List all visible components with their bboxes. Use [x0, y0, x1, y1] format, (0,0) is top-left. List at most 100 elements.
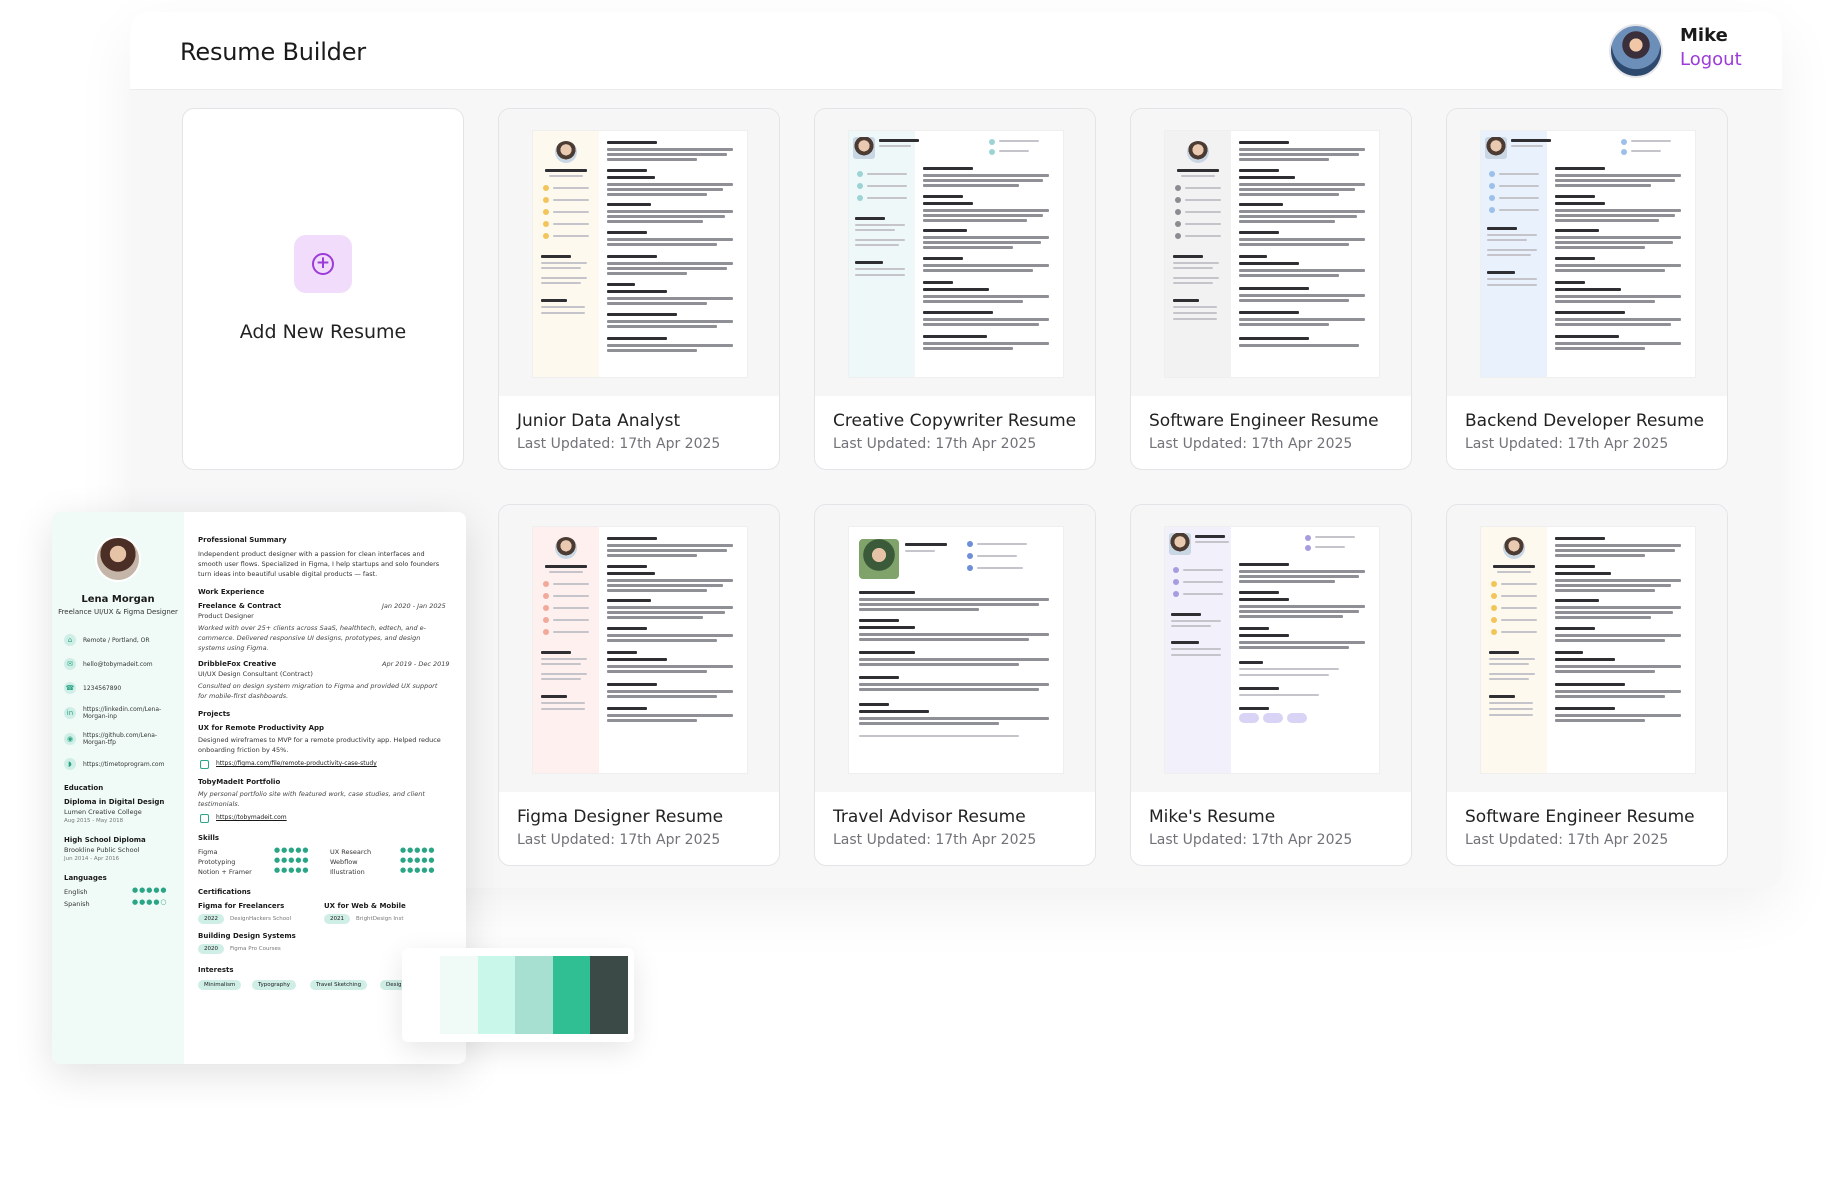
- contact-website: ◗ https://timetoprogram.com: [64, 758, 176, 770]
- cert-name: Building Design Systems: [198, 932, 296, 940]
- job-date: Apr 2019 - Dec 2019: [382, 660, 450, 668]
- project-desc: Designed wireframes to MVP for a remote …: [198, 736, 441, 744]
- color-palette: [402, 948, 634, 1042]
- resume-thumbnail: [815, 505, 1095, 792]
- resume-updated: Last Updated: 17th Apr 2025: [833, 832, 1037, 848]
- resume-page-preview: [533, 527, 747, 773]
- project-title: TobyMadeIt Portfolio: [198, 778, 281, 786]
- rss-icon: ◗: [64, 758, 76, 770]
- user-name: Mike: [1680, 25, 1728, 46]
- palette-swatch[interactable]: [590, 956, 628, 1034]
- certifications-heading: Certifications: [198, 888, 251, 896]
- contact-github: ◉ https://github.com/Lena-Morgan-tfp: [64, 732, 176, 746]
- resume-thumbnail: [499, 109, 779, 396]
- skill-name: UX Research: [330, 848, 372, 856]
- job-desc: for mobile-first dashboards.: [198, 692, 289, 700]
- edu-date: Jun 2014 - Apr 2016: [64, 856, 120, 862]
- skill-rating: ●●●●●: [400, 866, 436, 874]
- resume-page-preview: [533, 131, 747, 377]
- resume-page-preview: [849, 131, 1063, 377]
- add-new-resume-card[interactable]: + Add New Resume: [182, 108, 464, 470]
- edu-school: Brookline Public School: [64, 846, 140, 854]
- palette-swatch[interactable]: [440, 956, 478, 1034]
- resume-card[interactable]: Software Engineer Resume Last Updated: 1…: [1446, 504, 1728, 866]
- resume-title: Software Engineer Resume: [1465, 807, 1695, 827]
- resume-card[interactable]: Backend Developer Resume Last Updated: 1…: [1446, 108, 1728, 470]
- language-name: Spanish: [64, 900, 90, 908]
- skill-rating: ●●●●●: [400, 856, 436, 864]
- resume-updated: Last Updated: 17th Apr 2025: [1149, 436, 1353, 452]
- resume-thumbnail: [1447, 109, 1727, 396]
- cert-name: UX for Web & Mobile: [324, 902, 406, 910]
- resume-title: Backend Developer Resume: [1465, 411, 1705, 431]
- resume-card[interactable]: Travel Advisor Resume Last Updated: 17th…: [814, 504, 1096, 866]
- skill-rating: ●●●●●: [400, 846, 436, 854]
- job-desc: Worked with over 25+ clients across SaaS…: [198, 624, 427, 632]
- resume-updated: Last Updated: 17th Apr 2025: [517, 832, 721, 848]
- resume-thumbnail: [1447, 505, 1727, 792]
- work-heading: Work Experience: [198, 588, 265, 596]
- job-date: Jan 2020 - Jan 2025: [382, 602, 446, 610]
- resume-title: Figma Designer Resume: [517, 807, 724, 827]
- preview-name: Lena Morgan: [81, 594, 155, 605]
- location-icon: ⌂: [64, 634, 76, 646]
- linkedin-icon: in: [64, 707, 76, 719]
- resume-updated: Last Updated: 17th Apr 2025: [833, 436, 1037, 452]
- contact-phone: ☎ 1234567890: [64, 682, 122, 694]
- interest-tag: Travel Sketching: [310, 980, 368, 990]
- top-bar: Resume Builder Mike Logout: [130, 12, 1782, 90]
- summary-text: smooth user flows. Specialized in Figma,…: [198, 560, 440, 568]
- resume-updated: Last Updated: 17th Apr 2025: [1465, 832, 1669, 848]
- resume-page-preview: [849, 527, 1063, 773]
- avatar[interactable]: [1609, 24, 1663, 78]
- language-rating: ●●●●●: [132, 886, 168, 894]
- interest-tag: Minimalism: [198, 980, 242, 990]
- add-resume-button[interactable]: +: [294, 235, 352, 293]
- cert-org: Figma Pro Courses: [230, 946, 281, 952]
- summary-text: turn ideas into beautiful usable digital…: [198, 570, 378, 578]
- resume-card[interactable]: Figma Designer Resume Last Updated: 17th…: [498, 504, 780, 866]
- resume-title: Mike's Resume: [1149, 807, 1276, 827]
- mail-icon: ✉: [64, 658, 76, 670]
- resume-page-preview: [1481, 131, 1695, 377]
- job-role: Product Designer: [198, 612, 254, 620]
- resume-title: Travel Advisor Resume: [833, 807, 1026, 827]
- project-desc: My personal portfolio site with featured…: [198, 790, 425, 798]
- link-icon: [200, 760, 209, 769]
- cert-year: 2022: [198, 914, 224, 924]
- palette-swatch[interactable]: [552, 956, 591, 1034]
- resume-page-preview: [1165, 527, 1379, 773]
- resume-card[interactable]: Creative Copywriter Resume Last Updated:…: [814, 108, 1096, 470]
- contact-email: ✉ hello@tobymadeit.com: [64, 658, 176, 670]
- page-title: Resume Builder: [180, 38, 366, 66]
- palette-swatch[interactable]: [515, 956, 553, 1034]
- interests-heading: Interests: [198, 966, 234, 974]
- project-link[interactable]: https://tobymadeit.com: [216, 814, 287, 821]
- logout-link[interactable]: Logout: [1680, 49, 1742, 70]
- project-desc: onboarding friction by 45%.: [198, 746, 289, 754]
- resume-updated: Last Updated: 17th Apr 2025: [1149, 832, 1353, 848]
- resume-updated: Last Updated: 17th Apr 2025: [517, 436, 721, 452]
- resume-thumbnail: [815, 109, 1095, 396]
- resume-card[interactable]: Junior Data Analyst Last Updated: 17th A…: [498, 108, 780, 470]
- add-new-resume-label: Add New Resume: [239, 321, 407, 343]
- skill-name: Prototyping: [198, 858, 236, 866]
- github-icon: ◉: [64, 733, 76, 745]
- project-title: UX for Remote Productivity App: [198, 724, 325, 732]
- palette-swatch[interactable]: [477, 956, 516, 1034]
- job-desc: systems using Figma.: [198, 644, 269, 652]
- preview-role: Freelance UI/UX & Figma Designer: [58, 608, 178, 616]
- interest-tag: Typography: [252, 980, 296, 990]
- edu-school: Lumen Creative College: [64, 808, 142, 816]
- project-link[interactable]: https://figma.com/file/remote-productivi…: [216, 760, 377, 767]
- resume-card[interactable]: Mike's Resume Last Updated: 17th Apr 202…: [1130, 504, 1412, 866]
- phone-icon: ☎: [64, 682, 76, 694]
- resume-card[interactable]: Software Engineer Resume Last Updated: 1…: [1130, 108, 1412, 470]
- resume-updated: Last Updated: 17th Apr 2025: [1465, 436, 1669, 452]
- skill-name: Notion + Framer: [198, 868, 252, 876]
- resume-page-preview: [1165, 131, 1379, 377]
- link-icon: [200, 814, 209, 823]
- resume-title: Creative Copywriter Resume: [833, 411, 1077, 431]
- skill-name: Illustration: [330, 868, 365, 876]
- resume-title: Junior Data Analyst: [517, 411, 681, 431]
